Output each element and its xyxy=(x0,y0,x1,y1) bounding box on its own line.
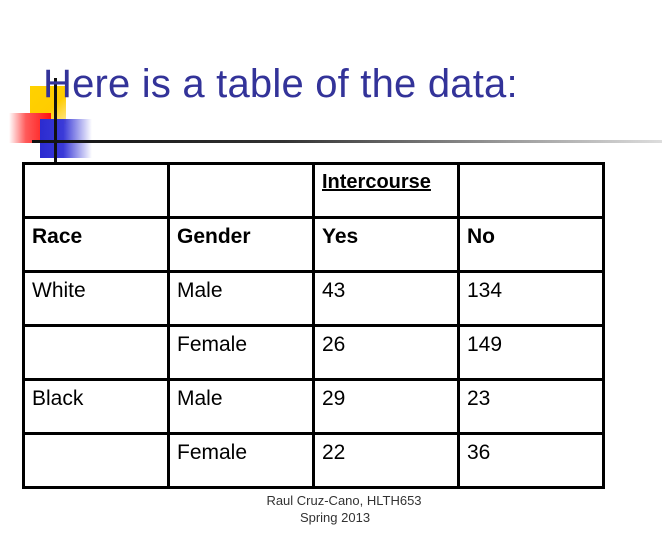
column-header-text: Gender xyxy=(177,225,251,248)
title-underline-divider xyxy=(32,140,662,143)
cell-race: Black xyxy=(22,378,170,435)
footer-author-course: Raul Cruz-Cano, HLTH653 xyxy=(266,493,422,508)
cell-text: 23 xyxy=(467,387,491,410)
column-header-no: No xyxy=(457,216,605,273)
table-group-header-row: Intercourse xyxy=(22,162,605,219)
cell-race xyxy=(22,432,170,489)
cell-text: Male xyxy=(177,279,223,302)
cell-yes: 29 xyxy=(312,378,460,435)
cell-text: White xyxy=(32,279,86,302)
column-header-text: No xyxy=(467,225,495,248)
cell-text: 26 xyxy=(322,333,346,356)
column-header-text: Race xyxy=(32,225,83,248)
table-cell-empty xyxy=(22,162,170,219)
cell-race: White xyxy=(22,270,170,327)
table-cell-empty xyxy=(167,162,315,219)
cell-text: 36 xyxy=(467,441,491,464)
column-header-yes: Yes xyxy=(312,216,460,273)
cell-text: 29 xyxy=(322,387,346,410)
column-header-race: Race xyxy=(22,216,170,273)
cell-yes: 22 xyxy=(312,432,460,489)
cell-gender: Female xyxy=(167,432,315,489)
decorative-blue-square xyxy=(40,119,92,158)
table-row: Black Male 29 23 xyxy=(22,378,605,435)
cell-no: 36 xyxy=(457,432,605,489)
cell-gender: Female xyxy=(167,324,315,381)
cell-no: 23 xyxy=(457,378,605,435)
cell-race xyxy=(22,324,170,381)
table-cell-empty xyxy=(457,162,605,219)
column-header-text: Yes xyxy=(322,225,359,248)
cell-no: 134 xyxy=(457,270,605,327)
footer-term: Spring 2013 xyxy=(299,510,371,525)
data-table: Intercourse Race Gender Yes No White Mal… xyxy=(22,162,605,489)
cell-gender: Male xyxy=(167,378,315,435)
cell-text: Female xyxy=(177,441,248,464)
slide-footer: Raul Cruz-Cano, HLTH653 Spring 2013 xyxy=(0,492,670,526)
cell-no: 149 xyxy=(457,324,605,381)
group-header-text: Intercourse xyxy=(322,171,431,193)
cell-text: Male xyxy=(177,387,223,410)
cell-text: Black xyxy=(32,387,84,410)
cell-text: 43 xyxy=(322,279,346,302)
intercourse-group-header: Intercourse xyxy=(312,162,460,219)
cell-text xyxy=(32,327,167,333)
cell-text: 134 xyxy=(467,279,503,302)
table-row: White Male 43 134 xyxy=(22,270,605,327)
cell-gender: Male xyxy=(167,270,315,327)
table-row: Female 26 149 xyxy=(22,324,605,381)
column-header-gender: Gender xyxy=(167,216,315,273)
table-row: Female 22 36 xyxy=(22,432,605,489)
cell-text: 149 xyxy=(467,333,503,356)
cell-yes: 43 xyxy=(312,270,460,327)
table-header-row: Race Gender Yes No xyxy=(22,216,605,273)
cell-text xyxy=(32,435,167,441)
cell-text: 22 xyxy=(322,441,346,464)
cell-yes: 26 xyxy=(312,324,460,381)
cell-text: Female xyxy=(177,333,248,356)
slide-title: Here is a table of the data: xyxy=(43,62,518,106)
